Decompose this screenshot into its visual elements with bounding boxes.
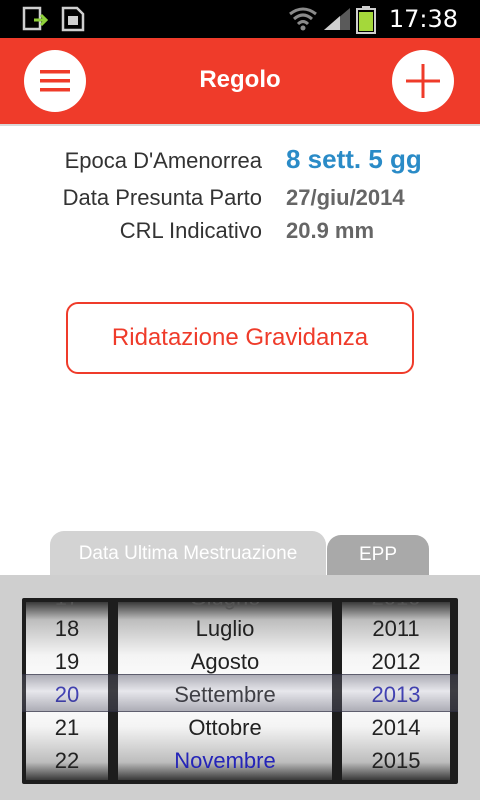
info-label: Data Presunta Parto (62, 185, 262, 210)
year-wheel[interactable]: 2010 2011 2012 2013 2014 2015 (342, 602, 450, 780)
day-item[interactable]: 19 (26, 649, 108, 675)
day-item[interactable]: 21 (26, 715, 108, 741)
day-wheel[interactable]: 17 18 19 20 21 22 (26, 602, 108, 780)
year-item[interactable]: 2012 (342, 649, 450, 675)
day-item[interactable]: 18 (26, 616, 108, 642)
status-time: 17:38 (388, 5, 458, 33)
info-value: 20.9 mm (286, 218, 375, 243)
sim-card-icon (60, 6, 86, 37)
info-label: CRL Indicativo (119, 218, 262, 243)
signal-icon (322, 6, 352, 37)
day-item[interactable]: 22 (26, 748, 108, 774)
year-item[interactable]: 2011 (342, 616, 450, 642)
month-item-selected[interactable]: Settembre (118, 682, 332, 708)
year-item[interactable]: 2014 (342, 715, 450, 741)
info-row-gestational-age: Epoca D'Amenorrea 8 sett. 5 gg (0, 144, 480, 180)
month-item[interactable]: Ottobre (118, 715, 332, 741)
add-button[interactable] (392, 50, 454, 112)
tab-epp[interactable]: EPP (327, 535, 429, 575)
plus-icon (406, 64, 440, 98)
info-value: 8 sett. 5 gg (286, 144, 422, 174)
info-value: 27/giu/2014 (286, 185, 405, 210)
app-bar: Regolo (0, 38, 480, 124)
day-item[interactable]: 17 (26, 602, 108, 611)
month-wheel[interactable]: Giugno Luglio Agosto Settembre Ottobre N… (118, 602, 332, 780)
info-row-due-date: Data Presunta Parto 27/giu/2014 (0, 185, 480, 217)
info-row-crl: CRL Indicativo 20.9 mm (0, 218, 480, 250)
status-bar: 17:38 (0, 0, 480, 38)
info-label: Epoca D'Amenorrea (64, 148, 262, 173)
year-item-selected[interactable]: 2013 (342, 682, 450, 708)
day-item-selected[interactable]: 20 (26, 682, 108, 708)
redate-pregnancy-button[interactable]: Ridatazione Gravidanza (66, 302, 414, 374)
battery-icon (356, 6, 378, 39)
month-item[interactable]: Luglio (118, 616, 332, 642)
month-item[interactable]: Giugno (118, 602, 332, 611)
year-item[interactable]: 2010 (342, 602, 450, 611)
month-item[interactable]: Novembre (118, 748, 332, 774)
tab-last-menstruation[interactable]: Data Ultima Mestruazione (50, 531, 326, 575)
wifi-icon (288, 6, 318, 37)
download-complete-icon (22, 6, 50, 37)
month-item[interactable]: Agosto (118, 649, 332, 675)
year-item[interactable]: 2015 (342, 748, 450, 774)
app-bar-divider (0, 124, 480, 126)
